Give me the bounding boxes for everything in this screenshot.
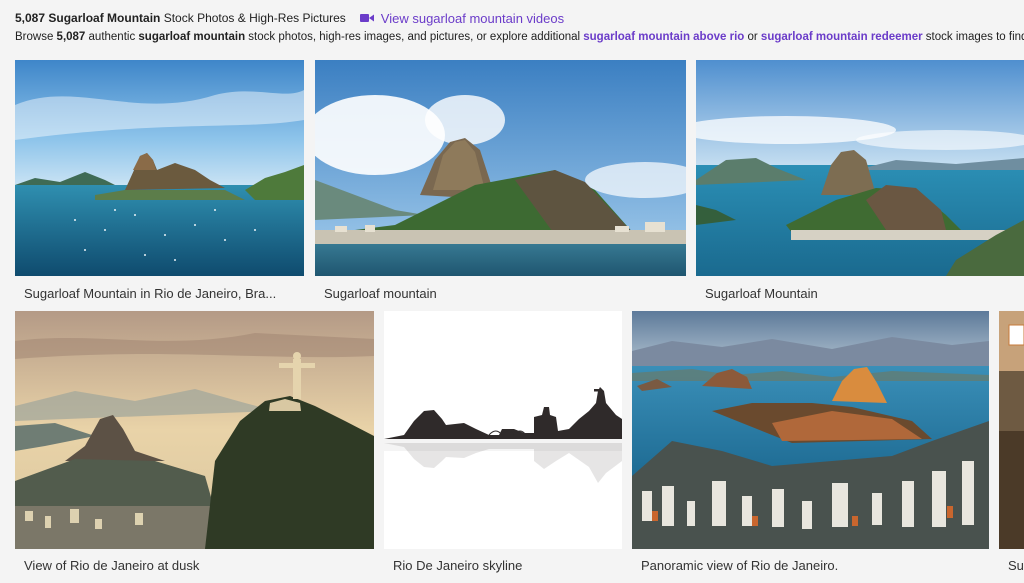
- photo-thumbnail-icon: [15, 60, 304, 276]
- desc-text-1: Browse: [15, 31, 57, 43]
- result-caption[interactable]: Panoramic view of Rio de Janeiro.: [641, 558, 981, 573]
- results-header: 5,087 Sugarloaf Mountain Stock Photos & …: [15, 9, 564, 27]
- result-caption[interactable]: Rio De Janeiro skyline: [393, 558, 618, 573]
- result-count: 5,087: [15, 11, 46, 25]
- related-search-link-redeemer[interactable]: sugarloaf mountain redeemer: [761, 31, 923, 43]
- photo-thumbnail-icon: [632, 311, 989, 549]
- results-description: Browse 5,087 authentic sugarloaf mountai…: [15, 31, 1024, 43]
- result-image-1[interactable]: [15, 60, 304, 276]
- result-image-4[interactable]: [15, 311, 374, 549]
- title-suffix: Stock Photos & High-Res Pictures: [163, 11, 346, 25]
- photo-thumbnail-icon: [15, 311, 374, 549]
- desc-text-5: stock images to find the right photo at …: [925, 31, 1024, 43]
- related-search-link-above-rio[interactable]: sugarloaf mountain above rio: [583, 31, 744, 43]
- result-caption[interactable]: Sugarloaf Mountain in Rio de Janeiro, Br…: [24, 286, 294, 301]
- result-image-7[interactable]: [999, 311, 1024, 549]
- video-camera-icon: [359, 13, 374, 23]
- desc-text-2: authentic: [85, 31, 139, 43]
- desc-text-3: stock photos, high-res images, and pictu…: [245, 31, 584, 43]
- photo-thumbnail-icon: [315, 60, 686, 276]
- photo-thumbnail-icon: [999, 311, 1024, 549]
- illustration-thumbnail-icon: [384, 311, 622, 549]
- photo-thumbnail-icon: [696, 60, 1024, 276]
- result-caption[interactable]: Sugarloaf Mountain: [705, 286, 1015, 301]
- result-image-3[interactable]: [696, 60, 1024, 276]
- desc-text-4: or: [744, 31, 761, 43]
- result-image-5[interactable]: [384, 311, 622, 549]
- result-image-2[interactable]: [315, 60, 686, 276]
- result-caption[interactable]: Sugarloaf mountain: [324, 286, 674, 301]
- desc-count: 5,087: [56, 31, 86, 43]
- result-caption[interactable]: Su: [1008, 558, 1024, 573]
- result-image-6[interactable]: [632, 311, 989, 549]
- view-videos-link[interactable]: View sugarloaf mountain videos: [359, 10, 565, 26]
- search-term-title: Sugarloaf Mountain: [48, 11, 161, 25]
- view-videos-label: View sugarloaf mountain videos: [380, 10, 565, 26]
- desc-term: sugarloaf mountain: [138, 31, 246, 43]
- result-caption[interactable]: View of Rio de Janeiro at dusk: [24, 558, 364, 573]
- page-title: 5,087 Sugarloaf Mountain Stock Photos & …: [15, 11, 346, 25]
